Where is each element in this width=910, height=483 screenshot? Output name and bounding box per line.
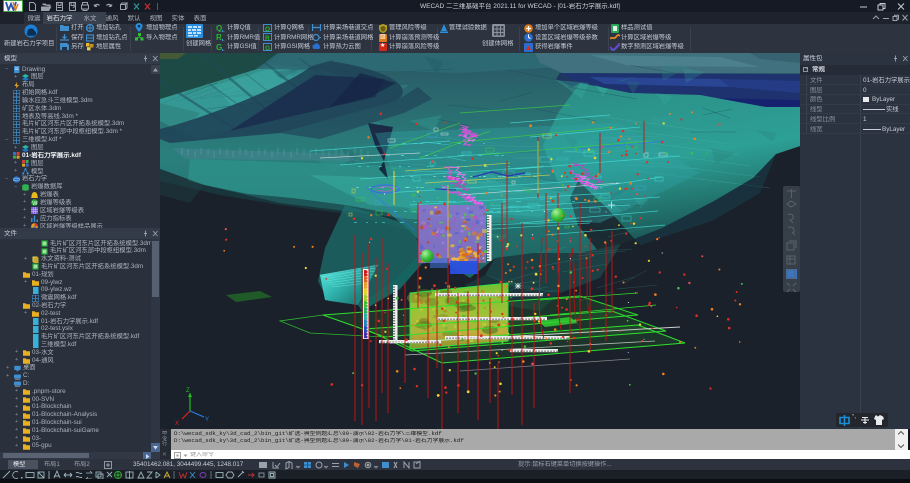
svg-text:G: G (265, 44, 270, 50)
svg-text:W: W (32, 201, 38, 206)
svg-text:Z: Z (186, 388, 190, 394)
svg-text:G: G (216, 43, 222, 51)
svg-text:Y: Y (205, 417, 209, 423)
svg-text:R: R (265, 35, 270, 41)
svg-text:Q: Q (216, 24, 222, 32)
svg-text:Q: Q (265, 25, 270, 31)
svg-text:X: X (175, 421, 179, 427)
svg-text:R: R (216, 33, 222, 41)
